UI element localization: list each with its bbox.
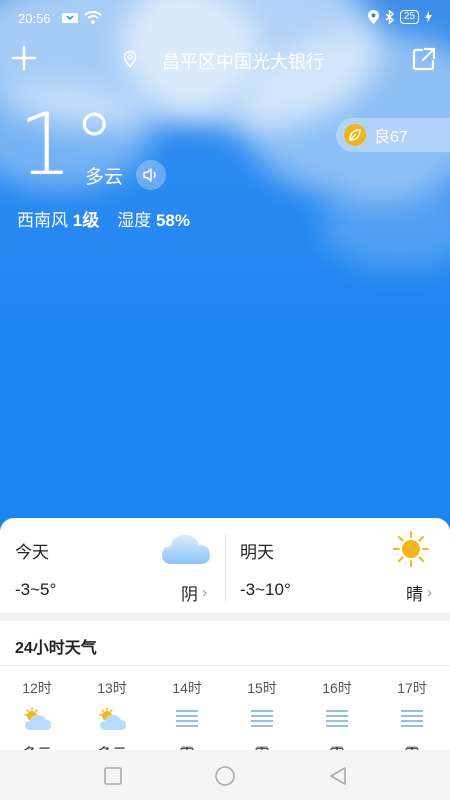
partly-cloudy-icon bbox=[99, 707, 126, 730]
hour-time: 17时 bbox=[397, 680, 427, 696]
wind-humidity-row: 西南风 1级 湿度 58% bbox=[17, 206, 190, 231]
hourly-item[interactable]: 12时 多云 bbox=[7, 678, 67, 753]
location-name[interactable]: 昌平区中国光大银行 bbox=[162, 48, 330, 74]
fog-icon bbox=[176, 710, 198, 727]
hour-time: 14时 bbox=[172, 680, 202, 696]
hourly-item[interactable]: 17时 雾 bbox=[382, 678, 442, 753]
fog-icon bbox=[251, 710, 273, 727]
charging-icon bbox=[425, 11, 432, 23]
wifi-icon bbox=[84, 11, 102, 24]
hourly-divider bbox=[0, 665, 450, 666]
air-quality-badge[interactable]: 良67 bbox=[336, 118, 450, 152]
notification-icon bbox=[62, 12, 78, 23]
hourly-item[interactable]: 15时 雾 bbox=[232, 678, 292, 753]
hourly-title: 24小时天气 bbox=[15, 640, 97, 657]
section-separator bbox=[0, 613, 450, 621]
weather-background bbox=[0, 0, 450, 540]
tomorrow-label: 明天 bbox=[240, 543, 274, 562]
back-button[interactable] bbox=[328, 766, 348, 786]
partly-cloudy-icon bbox=[24, 707, 51, 730]
today-condition: 阴 › bbox=[181, 580, 207, 605]
chevron-right-icon: › bbox=[427, 584, 432, 601]
battery-level: 25 bbox=[399, 10, 419, 24]
current-condition: 多云 bbox=[85, 167, 124, 188]
hour-time: 13时 bbox=[97, 680, 127, 696]
humidity-label: 湿度 bbox=[117, 211, 152, 230]
location-status-icon bbox=[367, 10, 379, 24]
top-bar: 昌平区中国光大银行 bbox=[0, 40, 450, 80]
wind-label: 西南风 bbox=[17, 211, 68, 230]
recents-button[interactable] bbox=[103, 766, 123, 786]
status-bar: 20:56 25 bbox=[0, 0, 450, 36]
hourly-item[interactable]: 13时 多云 bbox=[82, 678, 142, 753]
share-button[interactable] bbox=[411, 46, 437, 72]
forecast-tomorrow[interactable]: 明天 -3~10° 晴 › bbox=[225, 518, 450, 610]
tomorrow-range: -3~10° bbox=[240, 580, 291, 599]
fog-icon bbox=[326, 710, 348, 727]
hourly-item[interactable]: 14时 雾 bbox=[157, 678, 217, 753]
tomorrow-condition-text: 晴 bbox=[406, 585, 423, 604]
hour-time: 15时 bbox=[247, 680, 277, 696]
speaker-icon bbox=[143, 168, 156, 182]
humidity-value: 58% bbox=[155, 211, 190, 230]
today-label: 今天 bbox=[15, 543, 49, 562]
today-range: -3~5° bbox=[15, 580, 57, 599]
add-city-button[interactable] bbox=[10, 44, 38, 72]
system-nav-bar bbox=[0, 750, 450, 800]
home-button[interactable] bbox=[213, 766, 237, 786]
bluetooth-icon bbox=[385, 10, 394, 24]
chevron-right-icon: › bbox=[202, 584, 207, 601]
hour-time: 12时 bbox=[22, 680, 52, 696]
sunny-icon bbox=[393, 531, 429, 567]
fog-icon bbox=[401, 710, 423, 727]
forecast-today[interactable]: 今天 -3~5° 阴 › bbox=[0, 518, 225, 610]
hourly-item[interactable]: 16时 雾 bbox=[307, 678, 367, 753]
humidity-info: 湿度 58% bbox=[117, 206, 190, 231]
wind-info: 西南风 1级 bbox=[17, 206, 99, 231]
tomorrow-condition: 晴 › bbox=[406, 580, 432, 605]
today-condition-text: 阴 bbox=[181, 585, 198, 604]
voice-broadcast-button[interactable] bbox=[136, 160, 166, 190]
status-time: 20:56 bbox=[18, 11, 51, 26]
hour-time: 16时 bbox=[322, 680, 352, 696]
aqi-value: 良67 bbox=[374, 129, 408, 146]
wind-value: 1级 bbox=[72, 211, 100, 230]
overcast-icon bbox=[162, 535, 210, 564]
leaf-icon bbox=[344, 124, 366, 146]
location-pin-icon bbox=[123, 50, 137, 68]
